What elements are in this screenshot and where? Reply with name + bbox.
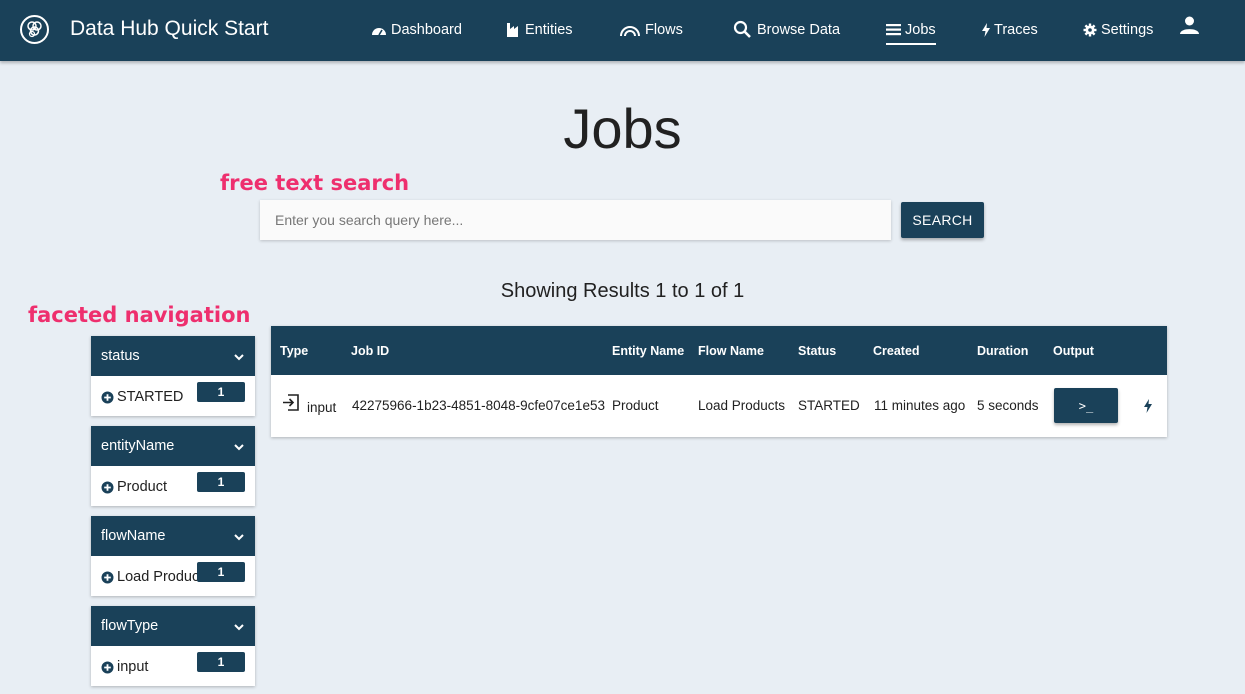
facet-entity-name: entityName Product 1 <box>91 426 255 506</box>
app-logo-icon[interactable] <box>20 15 49 44</box>
chevron-down-icon[interactable] <box>234 349 244 365</box>
facet-option-label: Product <box>117 479 167 495</box>
column-header-type[interactable]: Type <box>280 344 308 358</box>
column-header-output: Output <box>1053 344 1094 358</box>
jobs-table: Type Job ID Entity Name Flow Name Status… <box>271 326 1167 437</box>
facet-count-badge: 1 <box>197 472 245 492</box>
top-navigation-bar: Data Hub Quick Start Dashboard Entities … <box>0 0 1245 61</box>
nav-dashboard[interactable]: Dashboard <box>371 20 462 40</box>
cell-flow-name: Load Products <box>698 398 786 413</box>
column-header-job-id[interactable]: Job ID <box>351 344 389 358</box>
cell-type: input <box>307 400 337 415</box>
page-title: Jobs <box>563 97 682 160</box>
app-title[interactable]: Data Hub Quick Start <box>70 17 268 41</box>
jobs-icon <box>886 24 901 36</box>
facet-header[interactable]: entityName <box>91 426 255 466</box>
table-header: Type Job ID Entity Name Flow Name Status… <box>271 326 1167 375</box>
bolt-icon <box>982 23 990 37</box>
nav-traces[interactable]: Traces <box>982 20 1038 40</box>
nav-jobs[interactable]: Jobs <box>886 20 936 45</box>
column-header-duration[interactable]: Duration <box>977 344 1028 358</box>
nav-label: Flows <box>645 22 683 38</box>
column-header-created[interactable]: Created <box>873 344 920 358</box>
nav-label: Browse Data <box>757 22 841 38</box>
annotation-free-text-search: free text search <box>220 171 410 195</box>
facet-option[interactable]: Product 1 <box>91 466 255 506</box>
table-row[interactable]: input 42275966-1b23-4851-8048-9cfe07ce1e… <box>271 375 1167 437</box>
nav-label: Settings <box>1101 22 1154 38</box>
gear-icon <box>1083 23 1097 37</box>
cell-entity-name: Product <box>612 398 659 413</box>
output-terminal-button[interactable]: >_ <box>1054 388 1118 423</box>
cell-duration: 5 seconds <box>977 398 1039 413</box>
facet-option[interactable]: STARTED 1 <box>91 376 255 416</box>
facet-option-label: input <box>117 659 149 675</box>
facet-title: flowType <box>101 618 159 634</box>
user-icon[interactable] <box>1180 16 1199 40</box>
annotation-faceted-navigation: faceted navigation <box>28 303 251 327</box>
facet-count-badge: 1 <box>197 382 245 402</box>
plus-circle-icon <box>101 571 114 584</box>
plus-circle-icon <box>101 481 114 494</box>
column-header-flow-name[interactable]: Flow Name <box>698 344 764 358</box>
facet-count-badge: 1 <box>197 562 245 582</box>
nav-entities[interactable]: Entities <box>507 20 573 40</box>
facet-header[interactable]: flowType <box>91 606 255 646</box>
nav-browse-data[interactable]: Browse Data <box>733 20 840 40</box>
input-icon <box>282 394 300 416</box>
results-summary: Showing Results 1 to 1 of 1 <box>500 280 745 302</box>
facet-flow-type: flowType input 1 <box>91 606 255 686</box>
dashboard-icon <box>371 23 387 37</box>
bolt-icon[interactable] <box>1144 399 1152 418</box>
column-header-entity-name[interactable]: Entity Name <box>612 344 684 358</box>
nav-label: Jobs <box>905 22 936 38</box>
search-input[interactable] <box>260 200 891 240</box>
chevron-down-icon[interactable] <box>234 439 244 455</box>
facet-option-label: STARTED <box>117 389 184 405</box>
plus-circle-icon <box>101 391 114 404</box>
facet-header[interactable]: flowName <box>91 516 255 556</box>
nav-label: Entities <box>525 22 573 38</box>
nav-settings[interactable]: Settings <box>1083 20 1153 40</box>
facet-option[interactable]: Load Products 1 <box>91 556 255 596</box>
entities-icon <box>507 23 521 37</box>
chevron-down-icon[interactable] <box>234 529 244 545</box>
facet-status: status STARTED 1 <box>91 336 255 416</box>
plus-circle-icon <box>101 661 114 674</box>
facet-title: status <box>101 348 140 364</box>
flows-icon <box>619 23 641 37</box>
cell-created: 11 minutes ago <box>874 398 966 413</box>
facet-title: entityName <box>101 438 175 454</box>
facet-title: flowName <box>101 528 166 544</box>
facet-flow-name: flowName Load Products 1 <box>91 516 255 596</box>
facet-option[interactable]: input 1 <box>91 646 255 686</box>
facet-header[interactable]: status <box>91 336 255 376</box>
column-header-status[interactable]: Status <box>798 344 836 358</box>
nav-label: Traces <box>994 22 1038 38</box>
nav-flows[interactable]: Flows <box>619 20 683 40</box>
nav-label: Dashboard <box>391 22 462 38</box>
search-button[interactable]: SEARCH <box>901 202 984 238</box>
cell-job-id[interactable]: 42275966-1b23-4851-8048-9cfe07ce1e53 <box>352 398 605 413</box>
cell-status: STARTED <box>798 398 860 413</box>
chevron-down-icon[interactable] <box>234 619 244 635</box>
facet-count-badge: 1 <box>197 652 245 672</box>
search-icon <box>733 20 753 40</box>
